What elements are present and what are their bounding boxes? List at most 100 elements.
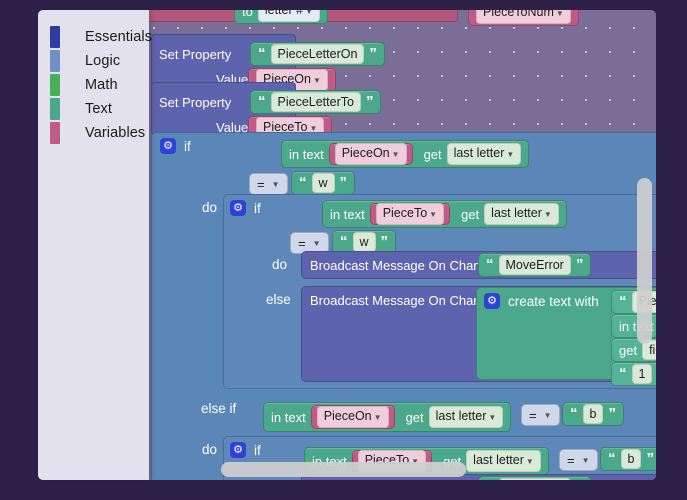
close-quote-icon: ” <box>365 93 374 110</box>
horizontal-scrollbar[interactable] <box>221 462 466 477</box>
inner-if-1-label: if <box>254 200 261 216</box>
vertical-scrollbar[interactable] <box>637 178 652 344</box>
close-quote-icon: ” <box>575 256 584 273</box>
chevron-down-icon: ▼ <box>555 10 564 18</box>
sidebar-item-logic[interactable]: Logic <box>50 49 149 73</box>
open-quote-icon: “ <box>258 93 266 110</box>
to-label: to <box>242 10 253 19</box>
chevron-down-icon: ▼ <box>543 410 552 420</box>
essentials-color-swatch <box>50 26 60 48</box>
piece-on-field[interactable]: PieceOn ▼ <box>334 143 407 165</box>
create-text-with-label: create text with <box>508 293 599 309</box>
create-text-item-3[interactable]: “ 1 ” <box>611 362 656 386</box>
sidebar-item-label: Logic <box>85 53 121 69</box>
else-if-in-text-block[interactable]: in text PieceOn ▼ get last letter ▼ <box>263 402 512 432</box>
close-quote-icon: ” <box>339 174 348 191</box>
inner-if-2-header[interactable]: ⚙ if <box>230 442 261 458</box>
inner-if-1-header[interactable]: ⚙ if <box>230 200 261 216</box>
category-list: Essentials Logic Math Text Variables <box>50 25 152 145</box>
gear-icon[interactable]: ⚙ <box>230 200 246 216</box>
inner-if-1-in-text-block[interactable]: in text PieceTo ▼ get last letter ▼ <box>322 200 567 228</box>
sidebar-item-essentials[interactable]: Essentials <box>50 25 152 49</box>
else-if-operator-block[interactable]: = ▼ <box>521 404 560 426</box>
logic-color-swatch <box>50 50 60 72</box>
chevron-down-icon: ▼ <box>525 457 534 466</box>
inner-if-2-label: if <box>254 442 261 458</box>
compare-w-field[interactable]: w <box>311 173 335 193</box>
get-position-dropdown[interactable]: last letter ▼ <box>446 143 522 165</box>
chevron-down-icon: ▼ <box>271 179 280 189</box>
block-category-flyout[interactable]: Essentials Logic Math Text Variables <box>38 10 152 480</box>
create-text-with-header[interactable]: ⚙ create text with <box>484 293 599 309</box>
open-quote-icon: “ <box>258 45 266 62</box>
chevron-down-icon: ▼ <box>543 210 552 219</box>
open-quote-icon: “ <box>299 174 307 191</box>
outer-if-header[interactable]: ⚙ if <box>160 138 191 154</box>
chevron-down-icon: ▼ <box>373 413 382 422</box>
chevron-down-icon: ▼ <box>581 455 590 465</box>
set-property-2-text-block[interactable]: “ PieceLetterTo ” <box>250 90 382 114</box>
compare-b-field[interactable]: b <box>582 404 604 424</box>
broadcast-message-3-text-block[interactable]: “ MoveError ” <box>478 476 592 480</box>
inner-if-1-else-label: else <box>266 292 291 307</box>
chevron-down-icon: ▼ <box>312 238 321 248</box>
open-quote-icon: “ <box>619 293 627 310</box>
piece-on-field[interactable]: PieceOn ▼ <box>316 406 389 428</box>
chevron-down-icon: ▼ <box>391 150 400 159</box>
piece-letter-on-field[interactable]: PieceLetterOn <box>270 44 365 64</box>
piece-letter-to-field[interactable]: PieceLetterTo <box>270 92 361 112</box>
sidebar-item-label: Text <box>85 101 112 117</box>
number-one-field[interactable]: 1 <box>631 364 653 384</box>
outer-if-label: if <box>184 138 191 154</box>
text-color-swatch <box>50 98 60 120</box>
in-text-label: in text <box>271 409 306 425</box>
else-if-compare-text-block[interactable]: “ b ” <box>562 402 624 426</box>
get-label: get <box>619 342 638 358</box>
get-label: get <box>423 146 442 162</box>
chevron-down-icon: ▼ <box>305 10 313 16</box>
outer-if-else-if-label: else if <box>201 401 237 416</box>
sidebar-item-label: Variables <box>85 125 146 141</box>
chevron-down-icon: ▼ <box>488 413 497 422</box>
gear-icon[interactable]: ⚙ <box>160 138 176 154</box>
equals-operator-label: = <box>257 176 265 192</box>
chevron-down-icon: ▼ <box>506 150 515 159</box>
in-text-label: in text <box>289 146 324 162</box>
chevron-down-icon: ▼ <box>312 76 321 85</box>
outer-if-compare-text-block[interactable]: “ w ” <box>291 171 356 195</box>
sidebar-item-math[interactable]: Math <box>50 73 149 97</box>
math-color-swatch <box>50 74 60 96</box>
variables-color-swatch <box>50 122 60 144</box>
piece-on-variable-block[interactable]: PieceOn ▼ <box>328 143 413 165</box>
compare-b-field[interactable]: b <box>620 449 642 469</box>
to-letter-number-block[interactable]: to letter # ▼ <box>234 10 328 24</box>
outer-if-operator-block[interactable]: = ▼ <box>249 173 288 195</box>
broadcast-message-1-label: Broadcast Message On Channel <box>310 258 498 273</box>
outer-if-in-text-block[interactable]: in text PieceOn ▼ get last letter ▼ <box>281 140 530 168</box>
piece-to-field[interactable]: PieceTo▼ <box>375 203 445 225</box>
get-position-dropdown[interactable]: last letter ▼ <box>466 450 541 472</box>
letter-number-dropdown[interactable]: letter # ▼ <box>257 10 320 22</box>
close-quote-icon: ” <box>369 45 377 62</box>
get-position-dropdown[interactable]: last letter ▼ <box>484 203 559 225</box>
set-property-2-label: Set Property <box>159 95 232 110</box>
piece-to-num-field[interactable]: PieceToNum ▼ <box>476 10 571 24</box>
sidebar-item-variables[interactable]: Variables <box>50 121 149 145</box>
get-position-dropdown[interactable]: last letter ▼ <box>428 406 504 428</box>
open-quote-icon: “ <box>570 405 578 422</box>
piece-on-variable-block[interactable]: PieceOn ▼ <box>310 405 395 429</box>
inner-if-2-operator-block[interactable]: = ▼ <box>559 449 598 471</box>
gear-icon[interactable]: ⚙ <box>230 442 246 458</box>
piece-to-variable-block[interactable]: PieceTo▼ <box>369 203 451 225</box>
gear-icon[interactable]: ⚙ <box>484 293 500 309</box>
open-quote-icon: “ <box>619 365 627 382</box>
in-text-label: in text <box>330 206 365 222</box>
compare-w-field[interactable]: w <box>352 232 376 252</box>
move-error-field-1[interactable]: MoveError <box>498 255 571 275</box>
move-error-field-2[interactable]: MoveError <box>498 478 571 480</box>
piece-to-num-variable-block[interactable]: PieceToNum ▼ <box>468 10 579 26</box>
inner-if-2-compare-text-block[interactable]: “ b ” <box>600 447 656 471</box>
broadcast-message-1-text-block[interactable]: “ MoveError ” <box>478 253 592 277</box>
set-property-1-text-block[interactable]: “ PieceLetterOn ” <box>250 42 385 66</box>
sidebar-item-text[interactable]: Text <box>50 97 149 121</box>
